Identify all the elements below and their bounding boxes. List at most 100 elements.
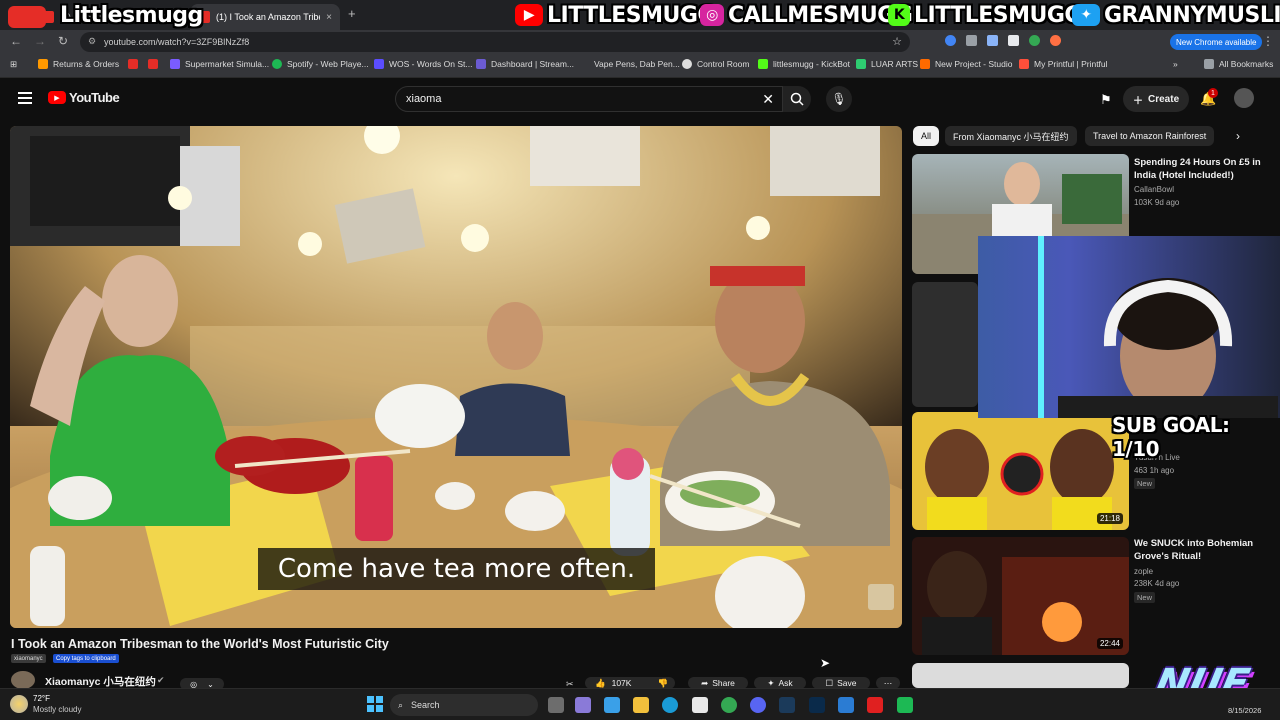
recommendation-channel[interactable]: CallanBowl (1134, 184, 1174, 195)
store-icon[interactable] (692, 697, 708, 713)
thumbnail-image (922, 551, 1129, 655)
notes-icon[interactable] (838, 697, 854, 713)
photoshop-icon[interactable] (809, 697, 825, 713)
youtube-logo[interactable]: ▶ YouTube (48, 90, 120, 105)
weather-condition[interactable]: Mostly cloudy (33, 705, 81, 714)
channel-avatar[interactable] (11, 671, 35, 689)
bookmark-item[interactable] (128, 59, 143, 69)
search-icon (790, 92, 804, 106)
bookmark-item[interactable]: Vape Pens, Dab Pen... (594, 59, 680, 69)
youtube-icon (128, 59, 138, 69)
bookmark-item[interactable] (148, 59, 163, 69)
back-icon[interactable]: ← (10, 34, 22, 48)
extension-icon[interactable] (1029, 35, 1040, 46)
app-icon[interactable] (604, 697, 620, 713)
hashtag-chip[interactable]: xiaomanyc (11, 654, 46, 663)
chevron-right-icon[interactable]: › (1236, 129, 1240, 143)
taskbar-search[interactable]: ⌕ Search (390, 694, 538, 716)
windows-taskbar: 72°F Mostly cloudy ⌕ Search 8/15/2026 (0, 688, 1280, 720)
site-info-icon[interactable]: ⚙ (88, 36, 96, 47)
create-button[interactable]: ＋ Create (1123, 86, 1190, 112)
weather-icon[interactable] (10, 695, 28, 713)
browser-tab-bar: (1) MARVEL'S AVENGERS 5 : DO (1) I Took … (0, 0, 1280, 30)
task-view-icon[interactable] (548, 697, 564, 713)
bookmark-item[interactable]: Control Room (682, 59, 749, 69)
chip-all[interactable]: All (913, 126, 940, 146)
new-badge: New (1134, 592, 1156, 603)
twitter-icon: ✦ (1072, 4, 1100, 26)
copy-tags-button[interactable]: Copy tags to clipboard (53, 654, 119, 663)
social-instagram: ◎ CALLMESMUGG (700, 2, 913, 28)
search-input[interactable]: xiaoma ✕ (395, 86, 783, 112)
channel-watermark-icon[interactable] (868, 584, 894, 610)
recommendation-meta: 463 1h ago (1134, 466, 1175, 475)
file-explorer-icon[interactable] (633, 697, 649, 713)
chrome-icon[interactable] (721, 697, 737, 713)
recommendation-thumbnail[interactable]: 21:18 (912, 412, 1129, 530)
steam-icon[interactable] (779, 697, 795, 713)
bookmark-item[interactable]: littlesmugg - KickBot (758, 59, 850, 69)
bookmark-item[interactable]: Supermarket Simula... (170, 59, 269, 69)
copilot-icon[interactable] (575, 697, 591, 713)
bookmark-item[interactable]: WOS - Words On St... (374, 59, 472, 69)
extension-icon[interactable] (945, 35, 956, 46)
share-icon: ➦ (701, 677, 709, 688)
new-chrome-available-button[interactable]: New Chrome available (1170, 34, 1263, 50)
app-icon[interactable] (897, 697, 913, 713)
avatar[interactable] (1234, 88, 1254, 108)
thumbs-up-icon: 👍 (595, 677, 606, 688)
apps-icon[interactable]: ⊞ (10, 59, 17, 70)
video-subtitle: Come have tea more often. (258, 548, 655, 590)
menu-icon[interactable] (18, 92, 32, 104)
edge-icon[interactable] (662, 697, 678, 713)
taskbar-date: 8/15/2026 (1228, 706, 1262, 715)
bookmark-item[interactable]: Returns & Orders (38, 59, 119, 69)
bookmark-item[interactable]: New Project - Studio (920, 59, 1012, 69)
youtube-icon: ▶ (515, 4, 543, 26)
bookmark-item[interactable]: My Printful | Printful (1019, 59, 1108, 69)
bookmark-item[interactable]: Spotify - Web Playe... (272, 59, 369, 69)
extension-icon[interactable] (1050, 35, 1061, 46)
chrome-menu-icon[interactable]: ⋮ (1262, 34, 1274, 48)
recommendation-thumbnail[interactable] (912, 663, 1129, 688)
browser-tab-active[interactable]: (1) I Took an Amazon Tribes × (190, 4, 340, 30)
recommendation-title[interactable]: We SNUCK into Bohemian Grove's Ritual! (1134, 537, 1274, 563)
new-tab-button[interactable]: + (348, 6, 356, 21)
bookmark-item[interactable]: Dashboard | Stream... (476, 59, 574, 69)
channel-name[interactable]: Xiaomanyc 小马在纽约 (45, 674, 156, 689)
weather-temp[interactable]: 72°F (33, 694, 50, 703)
url-text: youtube.com/watch?v=3ZF9BlNzZf8 (104, 37, 250, 47)
windows-start-icon[interactable] (367, 696, 383, 712)
thumbnail-image (925, 429, 1114, 530)
video-duration: 22:44 (1096, 638, 1123, 649)
search-button[interactable] (783, 86, 811, 112)
extension-icon[interactable] (987, 35, 998, 46)
bookmark-star-icon[interactable]: ☆ (892, 35, 902, 48)
streamer-name: Littlesmugg (60, 2, 203, 28)
voice-search-button[interactable]: 🎙 (826, 86, 852, 112)
recommendation-thumbnail[interactable] (912, 282, 978, 407)
webcam-overlay (978, 236, 1280, 418)
forward-icon[interactable]: → (34, 34, 46, 48)
extension-icon[interactable] (1008, 35, 1019, 46)
chip-from-channel[interactable]: From Xiaomanyc 小马在纽约 (945, 126, 1077, 146)
bookmark-item[interactable]: LUAR ARTS (856, 59, 918, 69)
extension-icon[interactable] (966, 35, 977, 46)
adobe-icon[interactable] (867, 697, 883, 713)
close-tab-icon[interactable]: × (326, 12, 332, 23)
chip-travel[interactable]: Travel to Amazon Rainforest (1085, 126, 1215, 146)
spotify-icon (272, 59, 282, 69)
recommendation-thumbnail[interactable]: 22:44 (912, 537, 1129, 655)
reload-icon[interactable]: ↻ (58, 34, 68, 48)
social-kick: K LITTLESMUGG (888, 2, 1083, 28)
bookmarks-overflow-icon[interactable]: » (1173, 59, 1178, 69)
recommendation-channel[interactable]: zople (1134, 566, 1153, 577)
clear-search-icon[interactable]: ✕ (762, 91, 774, 108)
cast-icon[interactable]: ⚑ (1100, 92, 1112, 108)
all-bookmarks[interactable]: All Bookmarks (1204, 59, 1273, 69)
recommendation-title[interactable]: Spending 24 Hours On £5 in India (Hotel … (1134, 156, 1274, 182)
discord-icon[interactable] (750, 697, 766, 713)
sub-goal-text: SUB GOAL: 1/10 (1112, 413, 1230, 461)
url-field[interactable]: ⚙ youtube.com/watch?v=3ZF9BlNzZf8 ☆ (80, 32, 910, 52)
youtube-logo-icon (8, 6, 46, 28)
